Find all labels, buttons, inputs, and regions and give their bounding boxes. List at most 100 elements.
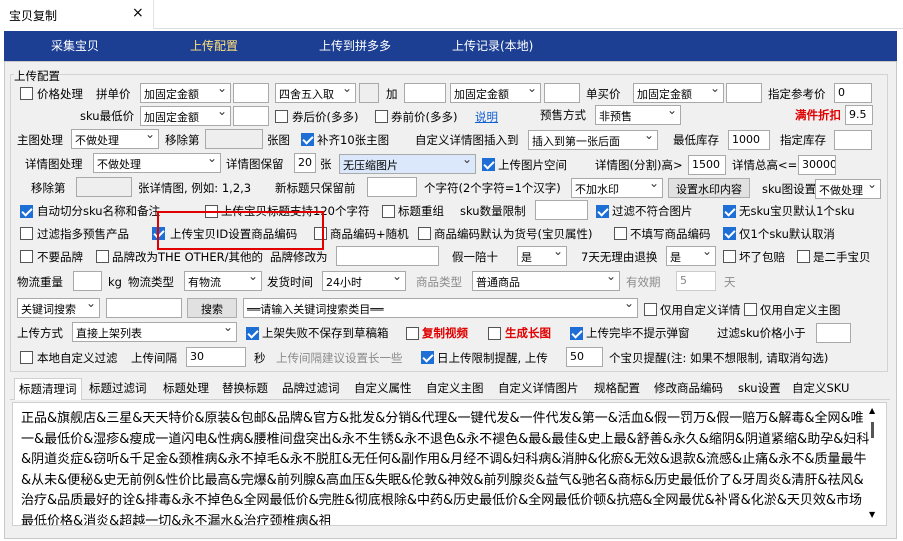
regroup-checkbox[interactable]	[382, 205, 395, 218]
seven-select[interactable]: 是	[666, 246, 716, 266]
scroll-down-icon[interactable]: ▼	[869, 510, 875, 519]
ship-select[interactable]: 24小时	[322, 271, 406, 291]
tab-custom-attr[interactable]: 自定义属性	[350, 378, 416, 400]
round-select[interactable]: 四舍五入取	[275, 83, 356, 103]
nav-collect[interactable]: 采集宝贝	[51, 37, 99, 54]
presale-select[interactable]: 非预售	[595, 105, 681, 125]
buy-price-input[interactable]	[726, 83, 762, 103]
min-stock-input[interactable]: 1000	[728, 130, 770, 150]
round-input[interactable]	[359, 83, 379, 103]
tab-title-proc[interactable]: 标题处理	[159, 378, 213, 400]
no-brand-checkbox[interactable]	[20, 250, 33, 263]
after-coupon-checkbox[interactable]	[275, 110, 288, 123]
tab-custom-detail[interactable]: 自定义详情图片	[494, 378, 583, 400]
rand-code-label: 商品编码+随机	[330, 227, 409, 241]
valid-input[interactable]: 5	[676, 271, 716, 291]
watermark-select[interactable]: 不加水印	[571, 178, 663, 198]
vertical-scrollbar[interactable]: ▲ ▼	[865, 402, 881, 526]
remove-label: 移除第	[165, 133, 200, 147]
title-clean-textarea[interactable]: 正品&旗舰店&三星&天天特价&原装&包邮&品牌&官方&批发&分销&代理&一键代发…	[12, 402, 887, 526]
height-input[interactable]: 1500	[688, 155, 726, 175]
copy-video-checkbox[interactable]	[406, 327, 419, 340]
detail-proc-select[interactable]: 不做处理	[93, 153, 221, 173]
tab-baobei-copy[interactable]: 宝贝复制 ×	[0, 0, 154, 29]
fake-select[interactable]: 是	[517, 246, 567, 266]
tab-brand-filter[interactable]: 品牌过滤词	[278, 378, 344, 400]
tab-spec[interactable]: 规格配置	[590, 378, 644, 400]
filter-sku-input[interactable]	[816, 323, 851, 343]
tab-title-clean[interactable]: 标题清理词	[14, 378, 82, 400]
filter-pic-checkbox[interactable]	[596, 205, 609, 218]
logi-select[interactable]: 有物流	[184, 271, 262, 291]
watermark-button[interactable]: 设置水印内容	[668, 178, 750, 198]
discount-input[interactable]: 9.5	[845, 105, 873, 125]
nav-upload-records[interactable]: 上传记录(本地)	[452, 37, 533, 54]
remove-input[interactable]	[205, 129, 263, 149]
pin-price-select[interactable]: 加固定金额	[140, 83, 231, 103]
tab-custom-main[interactable]: 自定义主图	[422, 378, 488, 400]
fill-checkbox[interactable]	[301, 133, 314, 146]
no-fill-checkbox[interactable]	[614, 227, 627, 240]
space-checkbox[interactable]	[482, 158, 495, 171]
daily-input[interactable]: 50	[566, 347, 603, 367]
custom-detail-checkbox[interactable]	[644, 303, 657, 316]
nav-upload-pdd[interactable]: 上传到拼多多	[319, 37, 391, 54]
add-input[interactable]	[404, 83, 446, 103]
no-popup-checkbox[interactable]	[570, 327, 583, 340]
split-checkbox[interactable]	[20, 205, 33, 218]
total-input[interactable]: 30000	[798, 155, 836, 175]
second-checkbox[interactable]	[797, 250, 810, 263]
scroll-thumb[interactable]	[871, 422, 874, 438]
pin-price-input[interactable]	[233, 83, 269, 103]
tab-replace-title[interactable]: 替换标题	[218, 378, 272, 400]
interval-input[interactable]: 30	[186, 347, 246, 367]
nav-upload-config[interactable]: 上传配置	[190, 37, 238, 54]
ref-price-label: 指定参考价	[768, 87, 826, 101]
insert-select[interactable]: 插入到第一张后面	[528, 130, 658, 150]
main-proc-select[interactable]: 不做处理	[71, 129, 159, 149]
daily-checkbox[interactable]	[421, 351, 434, 364]
local-filter-label: 本地自定义过滤	[37, 351, 118, 365]
filter-presale-checkbox[interactable]	[20, 227, 33, 240]
ref-price-input[interactable]: 0	[834, 83, 872, 103]
remove-detail-input[interactable]	[76, 177, 132, 197]
tab-modify-code[interactable]: 修改商品编码	[650, 378, 727, 400]
weight-input[interactable]	[73, 271, 102, 291]
coupon-price-checkbox[interactable]	[375, 110, 388, 123]
brand-edit-input[interactable]	[336, 246, 439, 266]
default-code-checkbox[interactable]	[418, 227, 431, 240]
newtitle-input[interactable]	[367, 177, 417, 197]
keep-input[interactable]: 20	[294, 153, 316, 173]
stock-input[interactable]	[834, 130, 872, 150]
only1-checkbox[interactable]	[723, 227, 736, 240]
add-value-input[interactable]	[544, 83, 580, 103]
buy-price-select[interactable]: 加固定金额	[633, 83, 724, 103]
custom-main-checkbox[interactable]	[744, 303, 757, 316]
prod-type-select[interactable]: 普通商品	[472, 271, 620, 291]
category-select[interactable]: ══请输入关键词搜索类目══	[243, 298, 638, 318]
fail-save-checkbox[interactable]	[246, 327, 259, 340]
kw-search-select[interactable]: 关键词搜索	[17, 298, 100, 318]
sku-limit-input[interactable]	[535, 200, 588, 220]
upload-mode-select[interactable]: 直接上架列表	[72, 322, 237, 342]
tab-title-filter[interactable]: 标题过滤词	[85, 378, 151, 400]
gen-long-checkbox[interactable]	[488, 327, 501, 340]
tab-custom-sku[interactable]: 自定义SKU	[788, 378, 853, 400]
close-icon[interactable]: ×	[132, 5, 144, 21]
scroll-up-icon[interactable]: ▲	[869, 406, 875, 415]
add-select[interactable]: 加固定金额	[450, 83, 541, 103]
broken-checkbox[interactable]	[723, 250, 736, 263]
sku-set-select[interactable]: 不做处理	[815, 179, 881, 199]
local-filter-checkbox[interactable]	[20, 351, 33, 364]
price-proc-checkbox[interactable]	[20, 87, 33, 100]
compress-select[interactable]: 无压缩图片	[339, 154, 476, 174]
brand-change-checkbox[interactable]	[96, 250, 109, 263]
kw-input[interactable]	[106, 298, 182, 318]
nosku-checkbox[interactable]	[723, 205, 736, 218]
sku-min-input[interactable]	[233, 106, 269, 126]
tab-sku-set[interactable]: sku设置	[734, 378, 785, 400]
explain-link[interactable]: 说明	[475, 109, 498, 125]
search-button[interactable]: 搜索	[187, 298, 237, 318]
sku-min-select[interactable]: 加固定金额	[140, 106, 231, 126]
stock-label: 指定库存	[780, 133, 826, 147]
